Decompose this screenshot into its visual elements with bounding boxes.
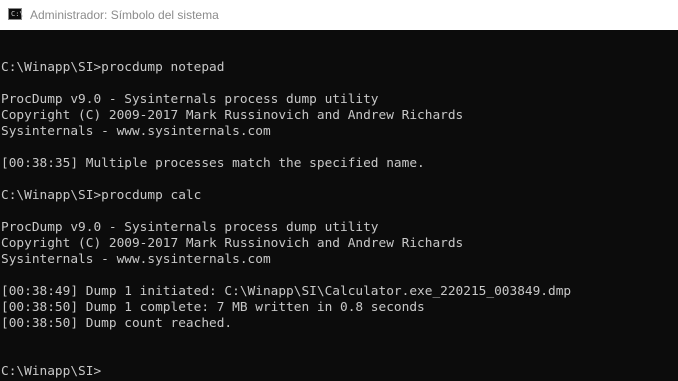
title-bar[interactable]: C:\ Administrador: Símbolo del sistema (0, 0, 678, 30)
console-line: ProcDump v9.0 - Sysinternals process dum… (1, 220, 379, 235)
cmd-icon[interactable]: C:\ (8, 8, 24, 20)
command-prompt-window: C:\ Administrador: Símbolo del sistema C… (0, 0, 678, 381)
console-line: Sysinternals - www.sysinternals.com (1, 124, 271, 139)
console-line: C:\Winapp\SI>procdump notepad (1, 60, 225, 75)
console-output[interactable]: C:\Winapp\SI>procdump notepad ProcDump v… (0, 30, 678, 381)
console-line: Copyright (C) 2009-2017 Mark Russinovich… (1, 108, 464, 123)
console-line: [00:38:49] Dump 1 initiated: C:\Winapp\S… (1, 284, 572, 299)
console-prompt-line[interactable]: C:\Winapp\SI> (1, 364, 678, 380)
console-line: Sysinternals - www.sysinternals.com (1, 252, 271, 267)
cmd-icon-glyph: C:\ (11, 10, 24, 18)
console-line: C:\Winapp\SI>procdump calc (1, 188, 202, 203)
console-line: [00:38:35] Multiple processes match the … (1, 156, 425, 171)
console-line: ProcDump v9.0 - Sysinternals process dum… (1, 92, 379, 107)
console-line: Copyright (C) 2009-2017 Mark Russinovich… (1, 236, 464, 251)
console-line: [00:38:50] Dump count reached. (1, 316, 233, 331)
window-title: Administrador: Símbolo del sistema (30, 8, 219, 22)
console-line: [00:38:50] Dump 1 complete: 7 MB written… (1, 300, 425, 315)
